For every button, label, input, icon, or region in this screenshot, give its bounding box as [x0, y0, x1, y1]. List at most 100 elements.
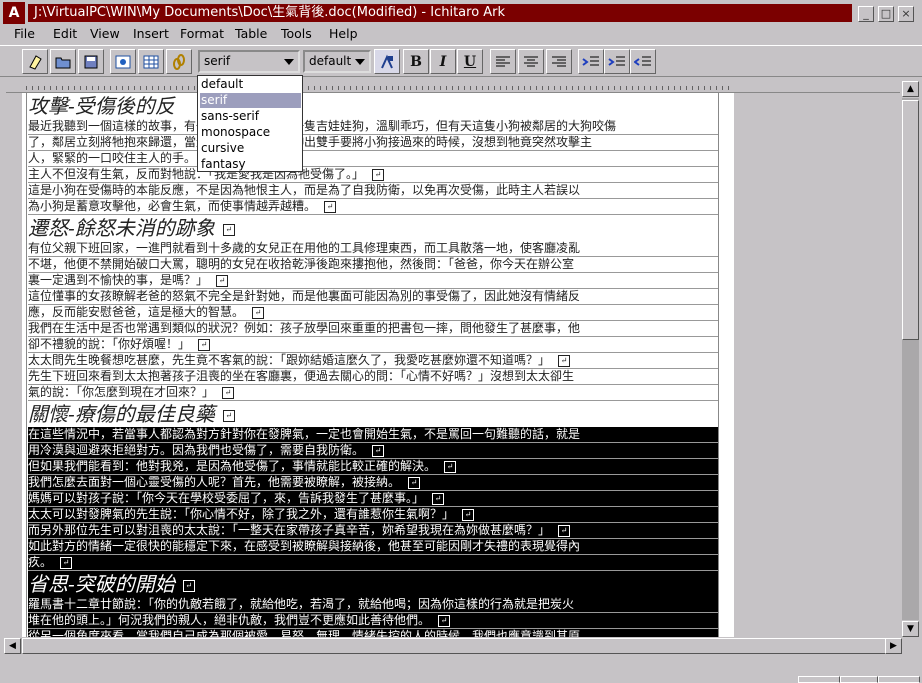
numbered-list-icon[interactable] [578, 49, 604, 74]
font-family-value: serif [204, 54, 231, 68]
scroll-up-icon[interactable]: ▲ [902, 81, 919, 97]
paragraph-mark-icon: ↵ [198, 338, 211, 351]
indent-icon[interactable] [604, 49, 630, 74]
line-text: 但如果我們能看到：他對我兇，是因為他受傷了，事情就能比較正確的解決。 [28, 459, 437, 473]
align-right-icon[interactable] [546, 49, 572, 74]
paragraph-line[interactable]: 媽媽可以對孩子說：「你今天在學校受委屈了，來，告訴我發生了甚麼事。」 ↵ [28, 491, 718, 507]
minimize-icon[interactable]: _ [858, 6, 874, 22]
section-heading[interactable]: 省思-突破的開始 ↵ [28, 571, 718, 597]
paragraph-mark-icon: ↵ [216, 274, 229, 287]
underline-button[interactable]: U [457, 49, 483, 74]
document-page[interactable]: 攻擊-受傷後的反 最近我聽到一個這樣的故事，有一位朋友，他養了一隻吉娃娃狗，溫馴乖… [22, 93, 734, 637]
paragraph-line[interactable]: 不堪，他便不禁開始破口大罵，聰明的女兒在收拾乾淨後跑來摟抱他，然後問：「爸爸，你… [28, 257, 718, 273]
status-cell [878, 676, 920, 683]
line-text: 我們怎麼去面對一個心靈受傷的人呢？首先，他需要被瞭解，被接納。 [28, 475, 401, 489]
maximize-icon[interactable]: □ [878, 6, 894, 22]
paragraph-line[interactable]: 人，緊緊的一口咬住主人的手。 [28, 151, 718, 167]
app-icon[interactable]: A [3, 2, 25, 24]
paragraph-line[interactable]: 最近我聽到一個這樣的故事，有一位朋友，他養了一隻吉娃娃狗，溫馴乖巧，但有天這隻小… [28, 119, 718, 135]
font-option-default[interactable]: default [200, 77, 301, 92]
paragraph-line[interactable]: 我們在生活中是否也常遇到類似的狀況？例如：孩子放學回來重重的把書包一摔，問他發生… [28, 321, 718, 337]
paragraph-line[interactable]: 太太可以對發脾氣的先生說：「你心情不好，除了我之外，還有誰惹你生氣啊？」 ↵ [28, 507, 718, 523]
line-text: 為小狗是蓄意攻擊他，必會生氣，而使事情越弄越糟。 [28, 199, 317, 213]
paragraph-line[interactable]: 堆在他的頭上。」何況我們的親人，絕非仇敵，我們豈不更應如此善待他們。 ↵ [28, 613, 718, 629]
paragraph-line[interactable]: 從另一個角度來看，當我們自己成為那個被愛、易怒、無理、情緒失控的人的時候，我們也… [28, 629, 718, 637]
section-heading[interactable]: 遷怒-餘怒未消的跡象 ↵ [28, 215, 718, 241]
paragraph-line[interactable]: 了，鄰居立刻將牠抱來歸還，當這位朋友很心疼的伸出雙手要將小狗接過來的時候，沒想到… [28, 135, 718, 151]
paragraph-line[interactable]: 用冷漠與迴避來拒絕對方。因為我們也受傷了，需要自我防衛。 ↵ [28, 443, 718, 459]
paragraph-line[interactable]: 先生下班回來看到太太抱著孩子沮喪的坐在客廳裏，便過去關心的問：「心情不好嗎？」沒… [28, 369, 718, 385]
paragraph-line[interactable]: 而另外那位先生可以對沮喪的太太說：「一整天在家帶孩子真辛苦，妳希望我現在為妳做甚… [28, 523, 718, 539]
menu-view[interactable]: View [90, 26, 120, 41]
chevron-down-icon [355, 59, 365, 65]
scroll-left-icon[interactable]: ◀ [4, 638, 21, 654]
align-left-icon[interactable] [490, 49, 516, 74]
font-size-select[interactable]: default [303, 50, 371, 73]
font-option-fantasy[interactable]: fantasy [200, 157, 301, 172]
paragraph-line[interactable]: 如此對方的情緒一定很快的能穩定下來，在感受到被瞭解與接納後，他甚至可能因剛才失禮… [28, 539, 718, 555]
hyperlink-icon[interactable] [166, 49, 192, 74]
paragraph-line[interactable]: 主人不但沒有生氣，反而對牠說：「我是愛我是因為牠受傷了。」 ↵ [28, 167, 718, 183]
paragraph-line[interactable]: 應，反而能安慰爸爸，這是極大的智慧。 ↵ [28, 305, 718, 321]
menu-help[interactable]: Help [329, 26, 358, 41]
line-text: 應，反而能安慰爸爸，這是極大的智慧。 [28, 305, 245, 319]
status-bar [0, 656, 922, 683]
font-option-sans-serif[interactable]: sans-serif [200, 109, 301, 124]
paragraph-line[interactable]: 這位懂事的女孩瞭解老爸的怒氣不完全是針對她，而是他裏面可能因為別的事受傷了，因此… [28, 289, 718, 305]
font-family-select[interactable]: serif [198, 50, 300, 73]
paragraph-line[interactable]: 為小狗是蓄意攻擊他，必會生氣，而使事情越弄越糟。 ↵ [28, 199, 718, 215]
paragraph-line[interactable]: 裏一定遇到不愉快的事，是嗎？」 ↵ [28, 273, 718, 289]
scroll-right-icon[interactable]: ▶ [885, 638, 902, 654]
application-window: A J:\VirtualPC\WIN\My Documents\Doc\生氣背後… [0, 0, 922, 683]
text-color-icon[interactable] [374, 49, 400, 74]
line-text: 這是小狗在受傷時的本能反應，不是因為牠恨主人，而是為了自我防衛，以免再次受傷，此… [28, 183, 581, 197]
paragraph-mark-icon: ↵ [462, 508, 475, 521]
italic-button[interactable]: I [430, 49, 456, 74]
paragraph-line[interactable]: 在這些情況中，若當事人都認為對方針對你在發脾氣，一定也會開始生氣，不是罵回一句難… [28, 427, 718, 443]
menu-insert[interactable]: Insert [133, 26, 169, 41]
line-text: 裏一定遇到不愉快的事，是嗎？」 [28, 273, 209, 287]
new-document-icon[interactable] [22, 49, 48, 74]
section-heading[interactable]: 攻擊-受傷後的反 [28, 93, 718, 119]
scroll-down-icon[interactable]: ▼ [902, 621, 919, 637]
align-center-icon[interactable] [518, 49, 544, 74]
open-folder-icon[interactable] [50, 49, 76, 74]
menu-edit[interactable]: Edit [53, 26, 77, 41]
paragraph-line[interactable]: 羅馬書十二章廿節說：「你的仇敵若餓了，就給他吃，若渴了，就給他喝；因為你這樣的行… [28, 597, 718, 613]
insert-table-icon[interactable] [138, 49, 164, 74]
title-bar[interactable]: A J:\VirtualPC\WIN\My Documents\Doc\生氣背後… [0, 0, 922, 24]
line-text: 遷怒-餘怒未消的跡象 [28, 216, 215, 240]
status-cell [840, 676, 878, 683]
paragraph-line[interactable]: 我們怎麼去面對一個心靈受傷的人呢？首先，他需要被瞭解，被接納。 ↵ [28, 475, 718, 491]
paragraph-mark-icon: ↵ [558, 354, 571, 367]
paragraph-line[interactable]: 太太問先生晚餐想吃甚麼，先生竟不客氣的說：「跟妳結婚這麼久了，我愛吃甚麼妳還不知… [28, 353, 718, 369]
paragraph-line[interactable]: 氣的說：「你怎麼到現在才回來？」 ↵ [28, 385, 718, 401]
vertical-scroll-thumb[interactable] [902, 100, 919, 340]
paragraph-mark-icon: ↵ [222, 386, 235, 399]
save-icon[interactable] [78, 49, 104, 74]
line-text: 用冷漠與迴避來拒絕對方。因為我們也受傷了，需要自我防衛。 [28, 443, 365, 457]
font-option-monospace[interactable]: monospace [200, 125, 301, 140]
close-icon[interactable]: × [898, 6, 914, 22]
paragraph-line[interactable]: 有位父親下班回家，一進門就看到十多歲的女兒正在用他的工具修理東西，而工具散落一地… [28, 241, 718, 257]
menu-tools[interactable]: Tools [281, 26, 312, 41]
insert-image-icon[interactable] [110, 49, 136, 74]
section-heading[interactable]: 關懷-療傷的最佳良藥 ↵ [28, 401, 718, 427]
bold-button[interactable]: B [403, 49, 429, 74]
paragraph-mark-icon: ↵ [222, 223, 235, 236]
line-text: 有位父親下班回家，一進門就看到十多歲的女兒正在用他的工具修理東西，而工具散落一地… [28, 241, 581, 255]
menu-format[interactable]: Format [180, 26, 224, 41]
paragraph-line[interactable]: 但如果我們能看到：他對我兇，是因為他受傷了，事情就能比較正確的解決。 ↵ [28, 459, 718, 475]
line-text: 這位懂事的女孩瞭解老爸的怒氣不完全是針對她，而是他裏面可能因為別的事受傷了，因此… [28, 289, 581, 303]
menu-table[interactable]: Table [235, 26, 267, 41]
outdent-icon[interactable] [630, 49, 656, 74]
font-option-serif[interactable]: serif [200, 93, 301, 108]
font-option-cursive[interactable]: cursive [200, 141, 301, 156]
paragraph-line[interactable]: 卻不禮貌的說：「你好煩喔！」 ↵ [28, 337, 718, 353]
line-text: 最近我聽到一個這樣的故事，有一位朋友，他養了一隻吉娃娃狗，溫馴乖巧，但有天這隻小… [28, 119, 617, 133]
paragraph-line[interactable]: 疚。 ↵ [28, 555, 718, 571]
line-text: 太太問先生晚餐想吃甚麼，先生竟不客氣的說：「跟妳結婚這麼久了，我愛吃甚麼妳還不知… [28, 353, 551, 367]
paragraph-line[interactable]: 這是小狗在受傷時的本能反應，不是因為牠恨主人，而是為了自我防衛，以免再次受傷，此… [28, 183, 718, 199]
horizontal-scroll-thumb[interactable] [22, 638, 899, 654]
menu-file[interactable]: File [14, 26, 35, 41]
